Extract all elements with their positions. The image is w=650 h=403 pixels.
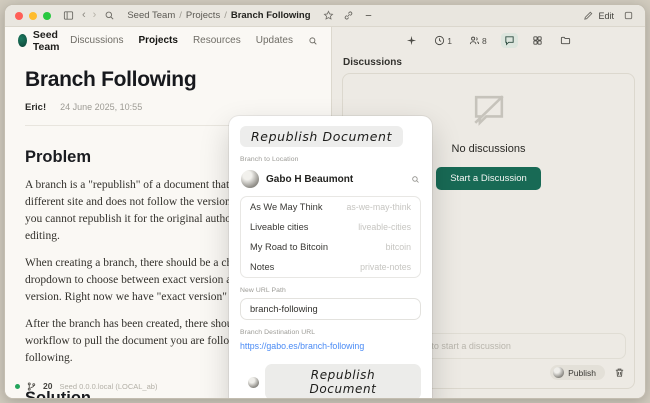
breadcrumb-separator: / — [179, 10, 182, 21]
app-area: Seed Team Discussions Projects Resources… — [5, 27, 645, 398]
breadcrumb-page: Branch Following — [231, 10, 311, 21]
link-icon[interactable] — [342, 9, 355, 22]
avatar — [553, 367, 564, 378]
account-selector[interactable]: Gabo H Beaumont — [240, 168, 421, 190]
branch-to-location-label: Branch to Location — [240, 156, 421, 163]
git-branch-icon[interactable] — [27, 382, 36, 391]
zoom-window-button[interactable] — [43, 12, 51, 20]
start-discussion-button[interactable]: Start a Discussion — [436, 167, 541, 190]
collapse-icon[interactable] — [362, 9, 375, 22]
location-path: bitcoin — [386, 242, 411, 252]
branch-count: 20 — [43, 381, 52, 391]
location-name: As We May Think — [250, 202, 323, 212]
breadcrumb-section[interactable]: Projects — [186, 10, 220, 21]
users-count: 8 — [482, 36, 487, 46]
account-name: Gabo H Beaumont — [266, 174, 404, 185]
team-identity[interactable]: Seed Team — [18, 29, 70, 53]
publish-date: 24 June 2025, 10:55 — [60, 102, 142, 112]
location-list: As We May Think as-we-may-think Liveable… — [240, 196, 421, 278]
republish-modal: Republish Document Branch to Location Ga… — [229, 116, 432, 399]
minimize-window-button[interactable] — [29, 12, 37, 20]
trash-icon[interactable] — [614, 367, 625, 378]
republish-submit-button[interactable]: Republish Document — [265, 364, 421, 399]
location-path: as-we-may-think — [346, 202, 411, 212]
star-icon[interactable] — [322, 9, 335, 22]
account-avatar — [241, 170, 259, 188]
server-label: Seed 0.0.0.local (LOCAL_ab) — [59, 382, 157, 391]
location-option[interactable]: As We May Think as-we-may-think — [241, 197, 420, 217]
breadcrumb-team[interactable]: Seed Team — [127, 10, 175, 21]
location-path: liveable-cities — [358, 222, 411, 232]
close-window-button[interactable] — [15, 12, 23, 20]
location-name: Liveable cities — [250, 222, 308, 232]
history-count: 1 — [447, 36, 452, 46]
page-title: Branch Following — [25, 68, 311, 92]
tab-discussions[interactable]: Discussions — [70, 35, 123, 46]
status-bar: 20 Seed 0.0.0.local (LOCAL_ab) — [15, 381, 157, 391]
discussions-button[interactable] — [501, 33, 518, 48]
submit-row: Republish Document — [240, 364, 421, 399]
blocks-icon[interactable] — [529, 33, 546, 48]
collaborators-button[interactable]: 8 — [466, 33, 490, 48]
forward-icon[interactable]: › — [93, 10, 97, 21]
chat-icon — [504, 35, 515, 46]
folder-icon[interactable] — [557, 33, 574, 48]
empty-state-title: No discussions — [452, 143, 526, 155]
titlebar: ‹ › Seed Team / Projects / Branch Follow… — [5, 5, 645, 27]
site-header: Seed Team Discussions Projects Resources… — [5, 27, 331, 54]
author-name[interactable]: Eric! — [25, 102, 46, 113]
site-search-icon[interactable] — [308, 36, 318, 46]
modal-title: Republish Document — [240, 126, 403, 147]
discussions-heading: Discussions — [343, 57, 645, 68]
history-button[interactable]: 1 — [431, 33, 455, 48]
move-icon[interactable] — [403, 33, 420, 48]
tab-resources[interactable]: Resources — [193, 35, 241, 46]
location-option[interactable]: Liveable cities liveable-cities — [241, 217, 420, 237]
location-search-icon[interactable] — [411, 175, 420, 184]
search-icon[interactable] — [103, 9, 116, 22]
panel-options-icon[interactable] — [622, 9, 635, 22]
app-window: ‹ › Seed Team / Projects / Branch Follow… — [4, 4, 646, 399]
no-discussions-icon — [467, 88, 511, 137]
breadcrumb-separator: / — [224, 10, 227, 21]
pencil-icon — [582, 9, 595, 22]
tab-updates[interactable]: Updates — [256, 35, 293, 46]
publish-button[interactable]: Publish — [550, 365, 605, 380]
clock-icon — [434, 35, 445, 46]
panel-toolbar: 1 8 — [332, 27, 645, 54]
traffic-lights — [15, 12, 51, 20]
team-name: Seed Team — [33, 29, 70, 53]
site-nav: Discussions Projects Resources Updates — [70, 35, 318, 46]
sidebar-toggle-icon[interactable] — [62, 9, 75, 22]
url-path-input[interactable] — [240, 298, 421, 320]
edit-button-label: Edit — [598, 11, 614, 21]
breadcrumb: Seed Team / Projects / Branch Following — [127, 10, 310, 21]
connection-status-dot — [15, 384, 20, 389]
location-name: Notes — [250, 262, 274, 272]
location-name: My Road to Bitcoin — [250, 242, 328, 252]
destination-url-link[interactable]: https://gabo.es/branch-following — [240, 341, 364, 351]
location-path: private-notes — [360, 262, 411, 272]
back-icon[interactable]: ‹ — [82, 10, 86, 21]
publish-button-label: Publish — [568, 368, 596, 378]
team-logo — [18, 34, 27, 47]
avatar — [248, 377, 259, 388]
destination-url-label: Branch Destination URL — [240, 329, 421, 336]
users-icon — [469, 35, 480, 46]
edit-button[interactable]: Edit — [582, 9, 614, 22]
location-option[interactable]: Notes private-notes — [241, 257, 420, 277]
new-url-path-label: New URL Path — [240, 287, 421, 294]
tab-projects[interactable]: Projects — [138, 35, 177, 46]
byline: Eric! 24 June 2025, 10:55 — [25, 102, 311, 113]
location-option[interactable]: My Road to Bitcoin bitcoin — [241, 237, 420, 257]
